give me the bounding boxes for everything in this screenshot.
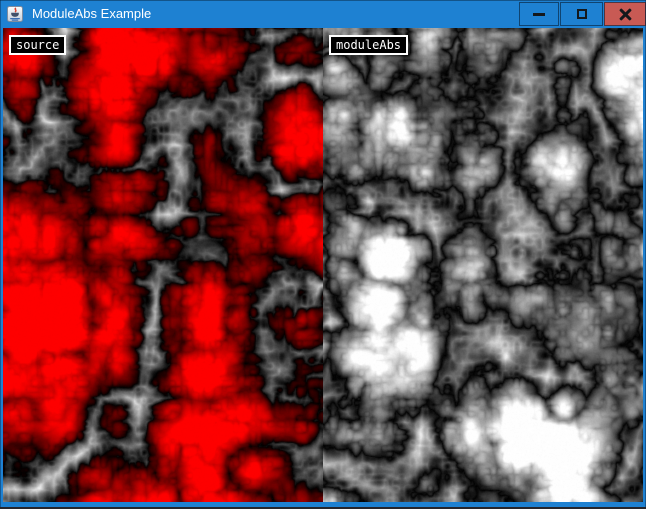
window-controls: [519, 2, 646, 26]
maximize-icon: [577, 9, 587, 19]
moduleabs-noise-image: [323, 28, 643, 502]
moduleabs-panel: moduleAbs: [323, 28, 643, 502]
close-icon: [619, 8, 632, 21]
minimize-button[interactable]: [519, 2, 559, 26]
source-panel: source: [3, 28, 323, 502]
window-left-edge: [0, 0, 1, 509]
java-app-icon: [7, 6, 23, 22]
source-label: source: [9, 35, 66, 55]
close-button[interactable]: [604, 2, 646, 26]
moduleabs-label: moduleAbs: [329, 35, 408, 55]
window-top-edge: [0, 0, 646, 1]
app-window: ModuleAbs Example source moduleAbs: [0, 0, 646, 509]
window-title: ModuleAbs Example: [32, 0, 151, 28]
maximize-button[interactable]: [560, 2, 603, 26]
content-area: source moduleAbs: [3, 28, 643, 502]
source-noise-image: [3, 28, 323, 502]
minimize-icon: [533, 13, 545, 16]
titlebar[interactable]: ModuleAbs Example: [0, 0, 646, 28]
